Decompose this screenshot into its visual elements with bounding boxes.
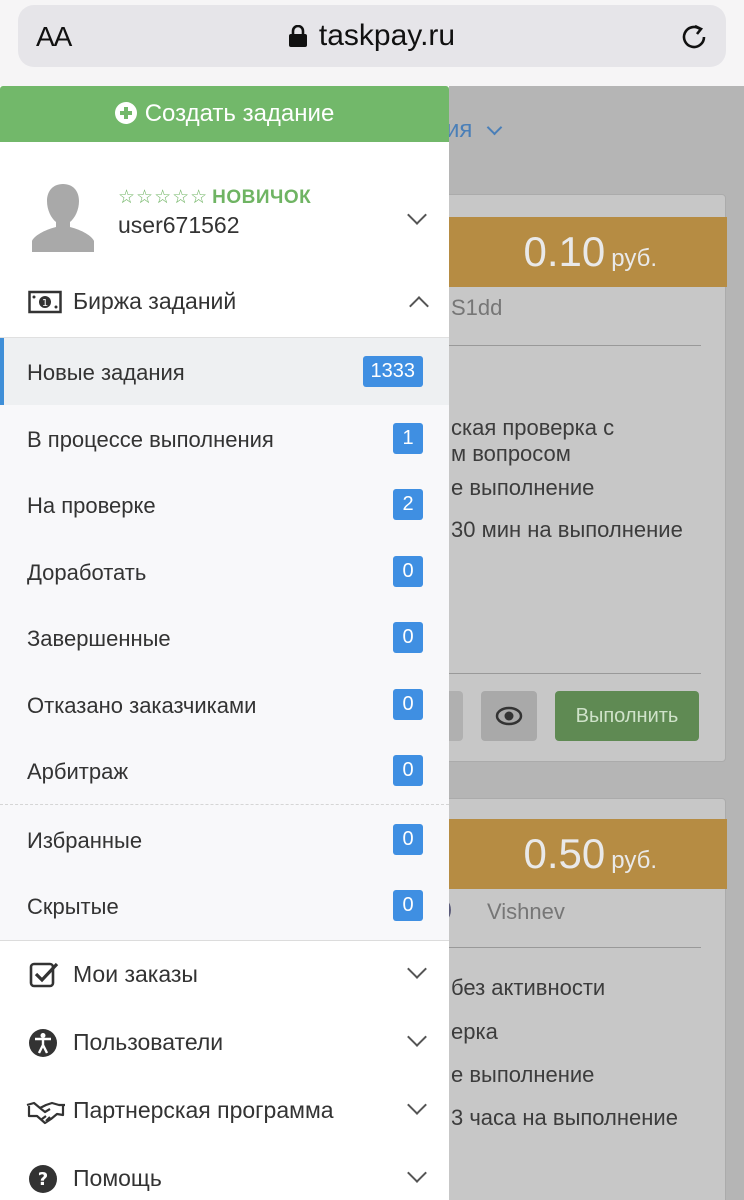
menu-section-partner-program[interactable]: Партнерская программа (0, 1078, 449, 1146)
divider (0, 804, 449, 805)
sidebar-item-hidden[interactable]: Скрытые 0 (0, 872, 449, 939)
chevron-up-icon (409, 296, 429, 316)
handshake-icon (26, 1101, 65, 1125)
address-bar[interactable]: AA taskpay.ru (18, 5, 726, 67)
browser-toolbar: AA taskpay.ru (0, 0, 744, 86)
filter-dropdown: ия (446, 116, 503, 144)
svg-text:1: 1 (42, 298, 48, 309)
money-icon: 1 (28, 290, 62, 314)
section-label: Помощь (73, 1165, 162, 1191)
chevron-down-icon (486, 119, 503, 136)
count-badge: 0 (393, 689, 423, 720)
menu-section-my-orders[interactable]: Мои заказы (0, 942, 449, 1010)
task-info: м вопросом (451, 441, 571, 466)
task-info: ерка (451, 1019, 498, 1044)
section-label: Биржа заданий (73, 288, 237, 314)
count-badge: 0 (393, 890, 423, 921)
menu-section-users[interactable]: Пользователи (0, 1010, 449, 1078)
avatar (32, 184, 94, 252)
chevron-down-icon (407, 959, 427, 979)
checkbox-icon (29, 962, 59, 988)
section-label: Пользователи (73, 1029, 224, 1055)
task-info: без активности (451, 975, 606, 1000)
lock-icon (288, 25, 307, 47)
count-badge: 0 (393, 622, 423, 653)
count-badge: 1 (393, 423, 423, 454)
menu-section-help[interactable]: ? Помощь (0, 1146, 449, 1200)
menu-section-exchange[interactable]: 1 Биржа заданий (0, 269, 449, 337)
exchange-submenu: Новые задания 1333 В процессе выполнения… (0, 337, 449, 941)
svg-text:?: ? (38, 1169, 48, 1190)
url-display[interactable]: taskpay.ru (18, 19, 726, 53)
chevron-down-icon (407, 1027, 427, 1047)
count-badge: 0 (393, 755, 423, 786)
sidebar-item-favorites[interactable]: Избранные 0 (0, 806, 449, 873)
reload-icon[interactable] (678, 21, 710, 53)
sidebar-item-new-tasks[interactable]: Новые задания 1333 (0, 338, 449, 405)
sidebar-item-completed[interactable]: Завершенные 0 (0, 604, 449, 671)
user-rating: ☆☆☆☆☆ НОВИЧОК (118, 186, 311, 209)
divider (411, 345, 701, 346)
url-text: taskpay.ru (318, 19, 456, 52)
execute-button: Выполнить (555, 691, 699, 741)
count-badge: 0 (393, 824, 423, 855)
rating-stars: ☆☆☆☆☆ (118, 187, 209, 208)
view-button (481, 691, 537, 741)
user-profile[interactable]: ☆☆☆☆☆ НОВИЧОК user671562 (0, 142, 449, 280)
divider (411, 673, 701, 674)
chevron-down-icon[interactable] (407, 205, 427, 225)
count-badge: 2 (393, 489, 423, 520)
sidebar-item-on-review[interactable]: На проверке 2 (0, 471, 449, 538)
sidebar-item-rework[interactable]: Доработать 0 (0, 538, 449, 605)
task-info: 3 часа на выполнение (451, 1105, 678, 1130)
task-info: е выполнение (451, 475, 595, 500)
accessibility-icon (29, 1029, 57, 1057)
task-info: е выполнение (451, 1062, 595, 1087)
section-label: Мои заказы (73, 961, 198, 987)
task-info: ская проверка с (451, 415, 615, 440)
eye-icon (495, 706, 523, 726)
create-task-button[interactable]: Создать задание (0, 86, 449, 142)
sidebar-item-in-progress[interactable]: В процессе выполнения 1 (0, 405, 449, 472)
username: user671562 (118, 212, 240, 238)
divider (411, 947, 701, 948)
task-author: S1dd (451, 295, 503, 320)
count-badge: 1333 (362, 356, 423, 387)
sidebar-item-arbitration[interactable]: Арбитраж 0 (0, 737, 449, 804)
plus-circle-icon (114, 102, 137, 124)
task-author: Vishnev (487, 899, 565, 924)
count-badge: 0 (393, 556, 423, 587)
sidebar-drawer: Создать задание ☆☆☆☆☆ НОВИЧОК user671562 … (0, 86, 449, 1200)
section-label: Партнерская программа (73, 1097, 334, 1123)
chevron-down-icon (407, 1095, 427, 1115)
sidebar-item-rejected[interactable]: Отказано заказчиками 0 (0, 671, 449, 738)
task-info: 30 мин на выполнение (451, 517, 683, 542)
user-level: НОВИЧОК (212, 187, 312, 208)
chevron-down-icon (407, 1163, 427, 1183)
question-icon: ? (29, 1165, 57, 1193)
